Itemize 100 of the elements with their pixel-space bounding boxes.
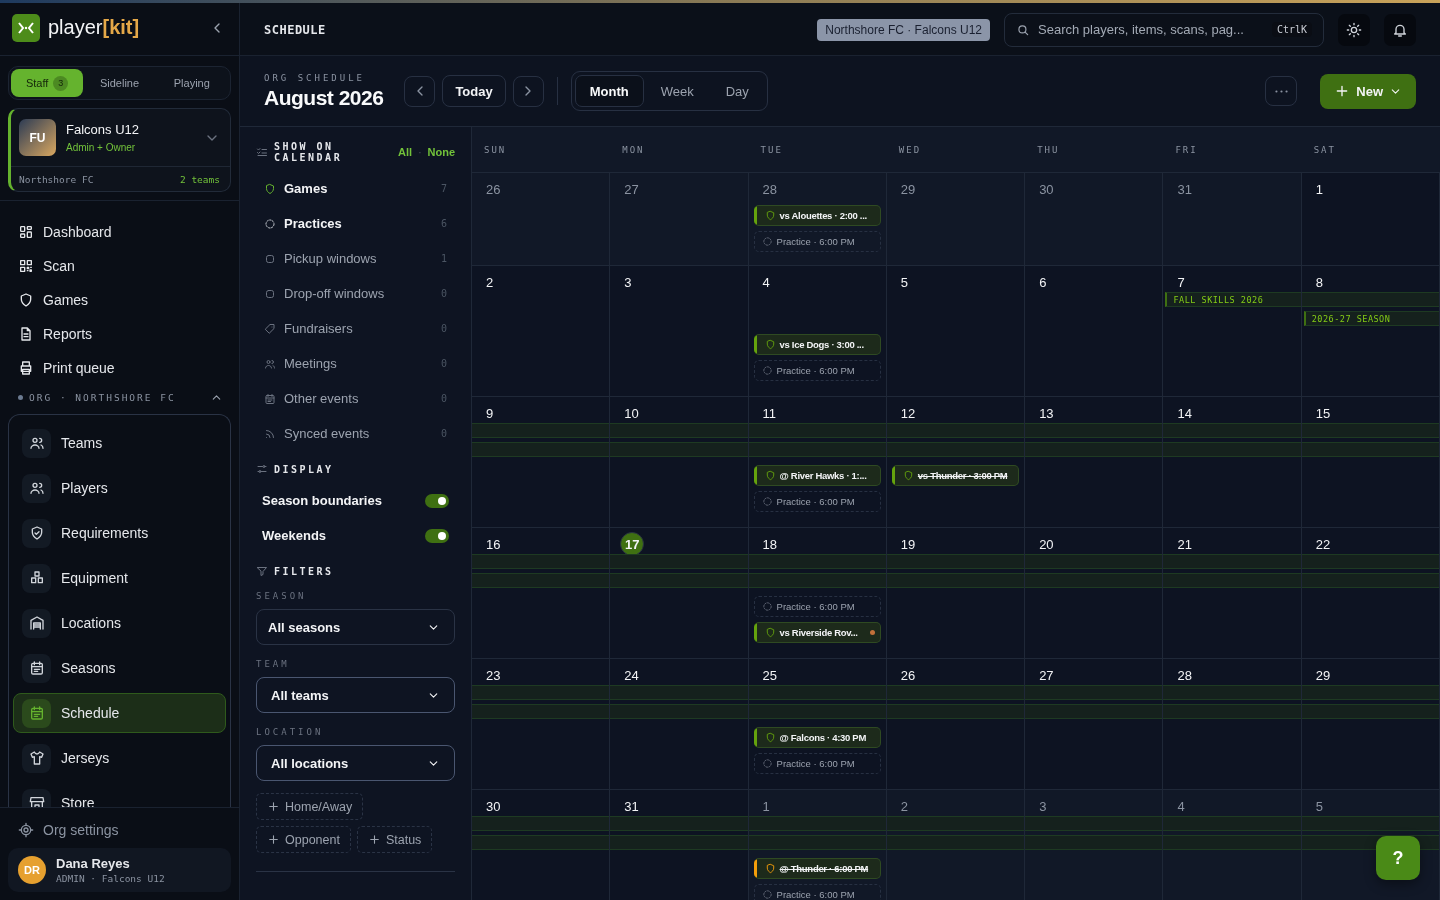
- nav-item[interactable]: Schedule: [13, 693, 226, 733]
- event-count: 0: [440, 323, 447, 334]
- layer-toggle[interactable]: Drop-off windows 0: [256, 276, 455, 311]
- team-role: Admin + Owner: [66, 142, 137, 153]
- toggle-switch[interactable]: [425, 528, 449, 543]
- sliders-icon: [256, 463, 268, 475]
- section-title: DISPLAY: [274, 463, 335, 475]
- practice-event[interactable]: Practice · 6:00 PM: [753, 884, 881, 900]
- team-count: 2 teams: [179, 174, 220, 185]
- field-label: LOCATION: [256, 727, 325, 737]
- nav-item[interactable]: Locations: [13, 603, 226, 643]
- practice-event[interactable]: Practice · 6:00 PM: [753, 231, 881, 252]
- day-number: 12: [899, 404, 917, 423]
- game-event[interactable]: vs Thunder · 3:00 PM: [891, 465, 1020, 486]
- nav-item[interactable]: Requirements: [13, 513, 226, 553]
- new-button[interactable]: New: [1320, 73, 1416, 109]
- layer-toggle[interactable]: Meetings 0: [256, 346, 455, 381]
- mode-tab[interactable]: Playing: [155, 69, 228, 97]
- notifications-button[interactable]: [1384, 13, 1416, 46]
- day-number: 27: [623, 180, 640, 199]
- day-number: 6: [1038, 273, 1048, 292]
- user-name: Dana Reyes: [56, 856, 131, 871]
- dashed-circle-icon: [761, 601, 773, 612]
- day-number: 11: [761, 404, 778, 423]
- weekday-label: FRI: [1174, 144, 1199, 155]
- day-number: 20: [1038, 535, 1055, 554]
- layer-toggle[interactable]: Synced events 0: [256, 416, 455, 451]
- event-count: 0: [440, 428, 447, 439]
- day-number: 2: [899, 797, 910, 816]
- day-number: 24: [623, 666, 640, 685]
- game-event[interactable]: vs Ice Dogs · 3:00 ...: [753, 334, 881, 355]
- settings-link[interactable]: Org settings: [8, 818, 231, 848]
- add-filter-button[interactable]: Status: [356, 826, 433, 853]
- practice-event[interactable]: Practice · 6:00 PM: [753, 360, 881, 381]
- game-event[interactable]: @ Thunder · 6:00 PM: [753, 858, 881, 879]
- theme-button[interactable]: [1338, 13, 1370, 46]
- day-number: 26: [899, 666, 917, 685]
- event-count: 0: [440, 358, 447, 369]
- nav-item[interactable]: Scan: [0, 249, 239, 283]
- nav-item[interactable]: Jerseys: [13, 738, 226, 778]
- select-field[interactable]: All seasons: [256, 609, 455, 645]
- practice-event[interactable]: Practice · 6:00 PM: [753, 491, 881, 512]
- select-field[interactable]: All teams: [256, 677, 455, 713]
- toggle-switch[interactable]: [425, 493, 449, 508]
- add-filter-button[interactable]: Opponent: [256, 826, 351, 853]
- help-button[interactable]: ?: [1376, 836, 1420, 880]
- shirt-icon: [28, 750, 45, 766]
- view-tab[interactable]: Day: [710, 75, 764, 107]
- toggle-label: Season boundaries: [262, 493, 382, 508]
- layer-toggle[interactable]: Games 7: [256, 171, 455, 206]
- select-all-link[interactable]: All: [398, 146, 413, 158]
- nav-item[interactable]: Equipment: [13, 558, 226, 598]
- game-event[interactable]: vs Alouettes · 2:00 ...: [753, 205, 881, 226]
- view-tab[interactable]: Month: [574, 75, 644, 107]
- section-title: FILTERS: [274, 565, 335, 577]
- more-icon: [1274, 89, 1288, 93]
- view-tab[interactable]: Week: [645, 75, 709, 107]
- layer-toggle[interactable]: Pickup windows 1: [256, 241, 455, 276]
- building-icon: [28, 615, 45, 631]
- weekday-label: TUE: [759, 144, 784, 155]
- eyebrow-label: ORG SCHEDULE: [264, 72, 367, 83]
- practice-event[interactable]: Practice · 6:00 PM: [753, 596, 881, 617]
- day-number: 30: [485, 797, 502, 816]
- nav-item[interactable]: Seasons: [13, 648, 226, 688]
- day-number: 4: [1176, 797, 1186, 816]
- calendar-icon: [264, 392, 276, 405]
- layer-toggle[interactable]: Other events 0: [256, 381, 455, 416]
- dashed-circle-icon: [264, 217, 276, 230]
- nav-item[interactable]: Reports: [0, 317, 239, 351]
- nav-item[interactable]: Print queue: [0, 351, 239, 385]
- day-number: 1: [1314, 180, 1324, 199]
- nav-item[interactable]: Teams: [13, 423, 226, 463]
- practice-event[interactable]: Practice · 6:00 PM: [753, 753, 881, 774]
- day-number: 27: [1038, 666, 1055, 685]
- game-event[interactable]: @ River Hawks · 1:...: [753, 465, 881, 486]
- team-card[interactable]: FU Falcons U12 Admin + Owner Northshore FC 2 teams: [8, 108, 231, 192]
- game-event[interactable]: vs Riverside Rov...: [753, 622, 881, 643]
- nav-item[interactable]: Games: [0, 283, 239, 317]
- layer-toggle[interactable]: Fundraisers 0: [256, 311, 455, 346]
- day-number: 3: [1038, 797, 1048, 816]
- mode-tab[interactable]: Sideline: [83, 69, 156, 97]
- add-filter-button[interactable]: Home/Away: [256, 793, 364, 820]
- day-number: 22: [1314, 535, 1332, 554]
- grid-icon: [18, 224, 34, 240]
- layer-toggle[interactable]: Practices 6: [256, 206, 455, 241]
- select-field[interactable]: All locations: [256, 745, 455, 781]
- day-number: 30: [1038, 180, 1055, 199]
- boxes-icon: [28, 570, 45, 586]
- nav-item[interactable]: Dashboard: [0, 215, 239, 249]
- user-card[interactable]: DR Dana Reyes ADMIN · Falcons U12: [8, 848, 231, 892]
- today-button[interactable]: Today: [442, 75, 506, 107]
- people-icon: [28, 480, 45, 496]
- game-event[interactable]: @ Falcons · 4:30 PM: [753, 727, 881, 748]
- shield-icon: [764, 339, 776, 350]
- sun-icon: [1346, 21, 1362, 38]
- select-none-link[interactable]: None: [427, 146, 455, 158]
- day-number: 9: [485, 404, 495, 423]
- mode-tab[interactable]: Staff 3: [11, 69, 84, 97]
- nav-item[interactable]: Players: [13, 468, 226, 508]
- day-number: 4: [761, 273, 771, 292]
